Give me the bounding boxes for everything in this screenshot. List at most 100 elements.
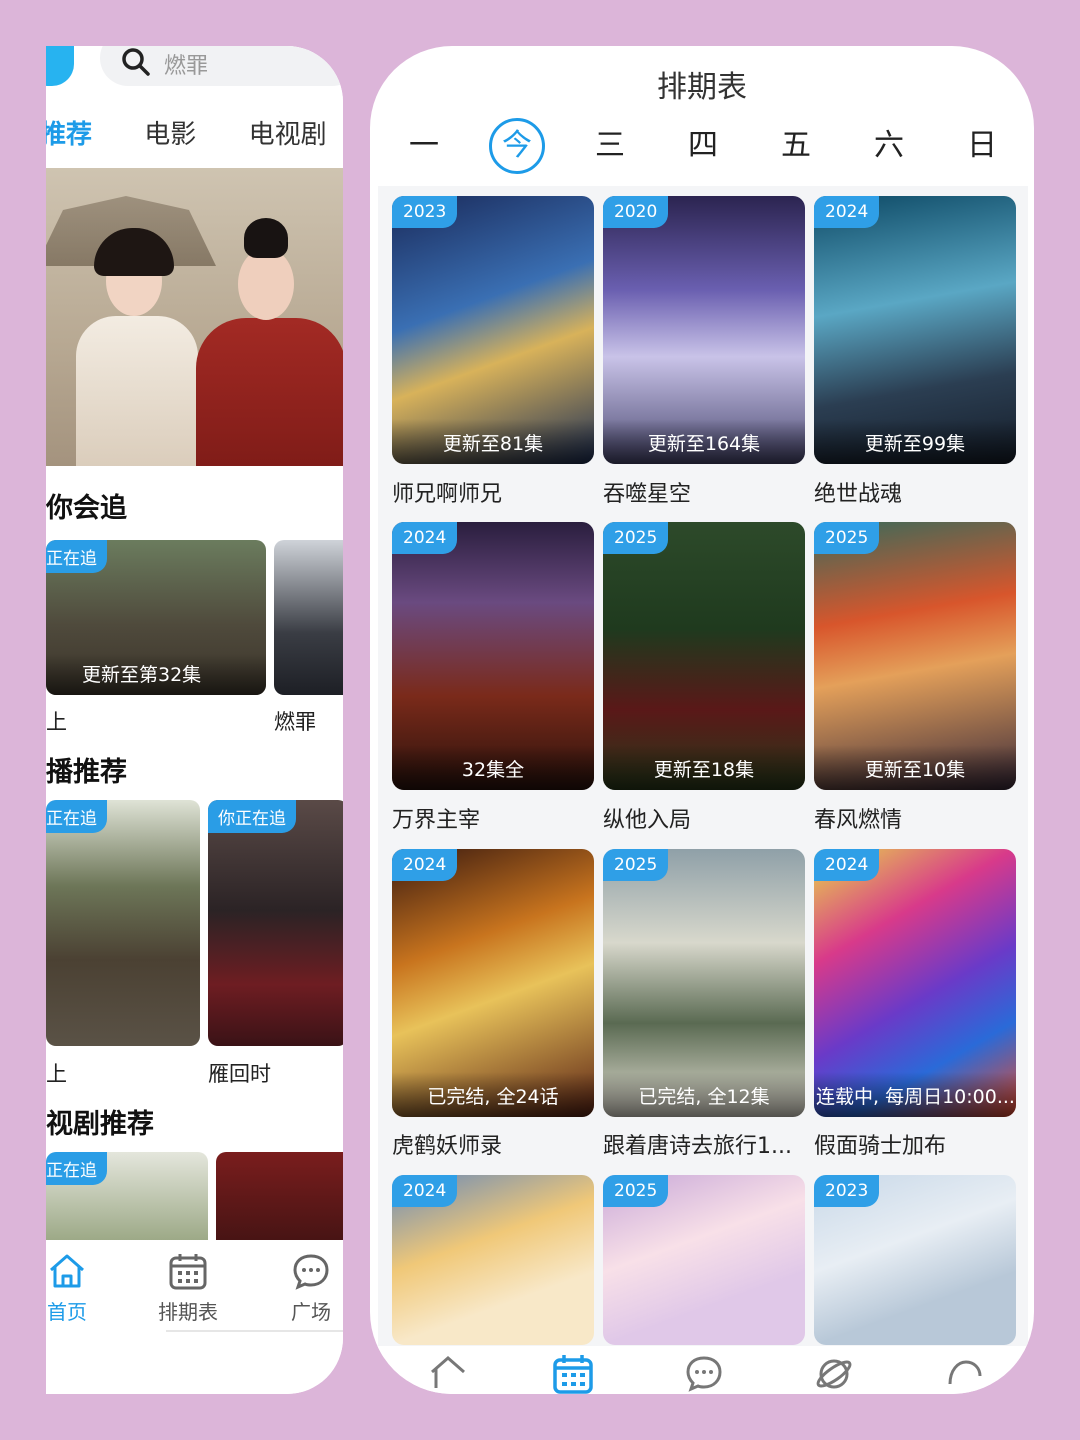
home-header: 燃罪 推荐 电影 电视剧 综 xyxy=(46,46,343,166)
following-badge: 正在追 xyxy=(46,540,107,573)
follow-card[interactable]: 正在追 更新至第32集 xyxy=(46,540,266,695)
year-badge: 2023 xyxy=(814,1175,880,1207)
year-badge: 2024 xyxy=(392,849,458,881)
show-title[interactable]: 假面骑士加布 xyxy=(814,1128,1020,1160)
episode-status: 已完结, 全12集 xyxy=(603,1072,805,1117)
year-badge: 2025 xyxy=(814,522,880,554)
hero-banner[interactable] xyxy=(46,168,343,466)
episode-status: 更新至99集 xyxy=(814,419,1016,464)
episode-status: 更新至18集 xyxy=(603,745,805,790)
weekday-selector: 一 今 三 四 五 六 日 xyxy=(370,118,1034,174)
show-title[interactable]: 虎鹤妖师录 xyxy=(392,1128,598,1160)
right-phone-screen: 排期表 一 今 三 四 五 六 日 2023 更新至81集 2020 更新至16… xyxy=(370,46,1034,1394)
tab-recommend[interactable]: 推荐 xyxy=(46,114,92,151)
day-saturday[interactable]: 六 xyxy=(859,118,919,174)
show-card[interactable]: 2024 xyxy=(392,1175,594,1345)
year-badge: 2024 xyxy=(814,849,880,881)
show-card[interactable]: 2024 连载中, 每周日10:00... xyxy=(814,849,1016,1117)
day-label: 日 xyxy=(967,128,997,163)
show-card[interactable]: 2024 已完结, 全24话 xyxy=(392,849,594,1117)
app-logo xyxy=(46,46,74,86)
left-phone-screen: 燃罪 推荐 电影 电视剧 综 你会追 正在追 更新至第32集 上 燃罪 播推荐 … xyxy=(46,46,343,1394)
show-title[interactable]: 吞噬星空 xyxy=(603,476,809,508)
section-hot-recommend: 播推荐 xyxy=(46,757,127,788)
hot-card[interactable]: 你正在追 xyxy=(208,800,343,1046)
chat-icon[interactable] xyxy=(684,1354,724,1392)
year-badge: 2024 xyxy=(392,1175,458,1207)
show-card[interactable]: 2024 32集全 xyxy=(392,522,594,790)
banner-actress xyxy=(76,228,198,466)
tabbar-divider xyxy=(166,1330,343,1332)
show-card[interactable]: 2025 已完结, 全12集 xyxy=(603,849,805,1117)
year-badge: 2024 xyxy=(814,196,880,228)
follow-title: 上 xyxy=(46,710,67,734)
tab-tv[interactable]: 电视剧 xyxy=(249,114,327,151)
day-label: 五 xyxy=(781,128,811,163)
tab-plaza[interactable]: 广场 xyxy=(266,1252,343,1325)
show-title[interactable]: 绝世战魂 xyxy=(814,476,1020,508)
tab-movie[interactable]: 电影 xyxy=(144,114,196,151)
category-tabs: 推荐 电影 电视剧 综 xyxy=(46,114,343,151)
section-tv-recommend: 视剧推荐 xyxy=(46,1109,154,1140)
planet-icon[interactable] xyxy=(814,1354,854,1392)
episode-status: 已完结, 全24话 xyxy=(392,1072,594,1117)
show-title[interactable]: 万界主宰 xyxy=(392,802,598,834)
show-card[interactable]: 2023 更新至81集 xyxy=(392,196,594,464)
bottom-tab-bar xyxy=(370,1346,1034,1394)
year-badge: 2025 xyxy=(603,849,669,881)
day-label: 六 xyxy=(874,128,904,163)
bottom-tab-bar: 首页 排期表 广场 xyxy=(46,1240,343,1394)
day-thursday[interactable]: 四 xyxy=(673,118,733,174)
day-today[interactable]: 今 xyxy=(487,118,547,174)
tab-schedule-label: 排期表 xyxy=(158,1300,218,1324)
show-card[interactable]: 2025 更新至10集 xyxy=(814,522,1016,790)
following-badge: 正在追 xyxy=(46,1152,107,1185)
show-title[interactable]: 师兄啊师兄 xyxy=(392,476,598,508)
day-sunday[interactable]: 日 xyxy=(952,118,1012,174)
hot-title: 雁回时 xyxy=(208,1062,271,1086)
section-you-will-follow: 你会追 xyxy=(46,493,127,524)
tab-schedule[interactable]: 排期表 xyxy=(143,1252,233,1325)
show-card[interactable]: 2024 更新至99集 xyxy=(814,196,1016,464)
home-icon[interactable] xyxy=(428,1354,468,1390)
episode-status: 连载中, 每周日10:00... xyxy=(814,1072,1016,1117)
year-badge: 2023 xyxy=(392,196,458,228)
tab-plaza-label: 广场 xyxy=(291,1300,331,1324)
active-day-ring xyxy=(489,118,545,174)
calendar-icon xyxy=(169,1254,207,1290)
day-friday[interactable]: 五 xyxy=(766,118,826,174)
episode-label: 更新至第32集 xyxy=(46,654,266,695)
year-badge: 2020 xyxy=(603,196,669,228)
search-bar[interactable]: 燃罪 xyxy=(100,46,343,86)
day-label: 三 xyxy=(595,128,625,163)
year-badge: 2025 xyxy=(603,522,669,554)
show-card[interactable]: 2020 更新至164集 xyxy=(603,196,805,464)
episode-status: 更新至10集 xyxy=(814,745,1016,790)
follow-title: 燃罪 xyxy=(274,710,316,734)
show-card[interactable]: 2025 xyxy=(603,1175,805,1345)
chat-icon xyxy=(293,1254,329,1290)
day-wednesday[interactable]: 三 xyxy=(580,118,640,174)
hot-title: 上 xyxy=(46,1062,67,1086)
tab-home[interactable]: 首页 xyxy=(46,1252,112,1325)
show-card[interactable]: 2023 xyxy=(814,1175,1016,1345)
search-icon xyxy=(122,48,150,76)
show-title[interactable]: 纵他入局 xyxy=(603,802,809,834)
calendar-icon[interactable] xyxy=(552,1354,594,1394)
profile-icon[interactable] xyxy=(944,1354,984,1392)
show-title[interactable]: 跟着唐诗去旅行1... xyxy=(603,1128,809,1160)
year-badge: 2024 xyxy=(392,522,458,554)
follow-card[interactable] xyxy=(274,540,343,695)
show-card[interactable]: 2025 更新至18集 xyxy=(603,522,805,790)
banner-actor xyxy=(196,218,343,466)
tab-home-label: 首页 xyxy=(47,1300,87,1324)
show-title[interactable]: 春风燃情 xyxy=(814,802,1020,834)
hot-card[interactable]: 正在追 xyxy=(46,800,200,1046)
day-label: 一 xyxy=(409,128,439,163)
episode-status: 更新至81集 xyxy=(392,419,594,464)
search-placeholder: 燃罪 xyxy=(164,54,209,79)
following-badge: 你正在追 xyxy=(208,800,296,833)
day-monday[interactable]: 一 xyxy=(394,118,454,174)
year-badge: 2025 xyxy=(603,1175,669,1207)
page-title: 排期表 xyxy=(657,70,747,105)
